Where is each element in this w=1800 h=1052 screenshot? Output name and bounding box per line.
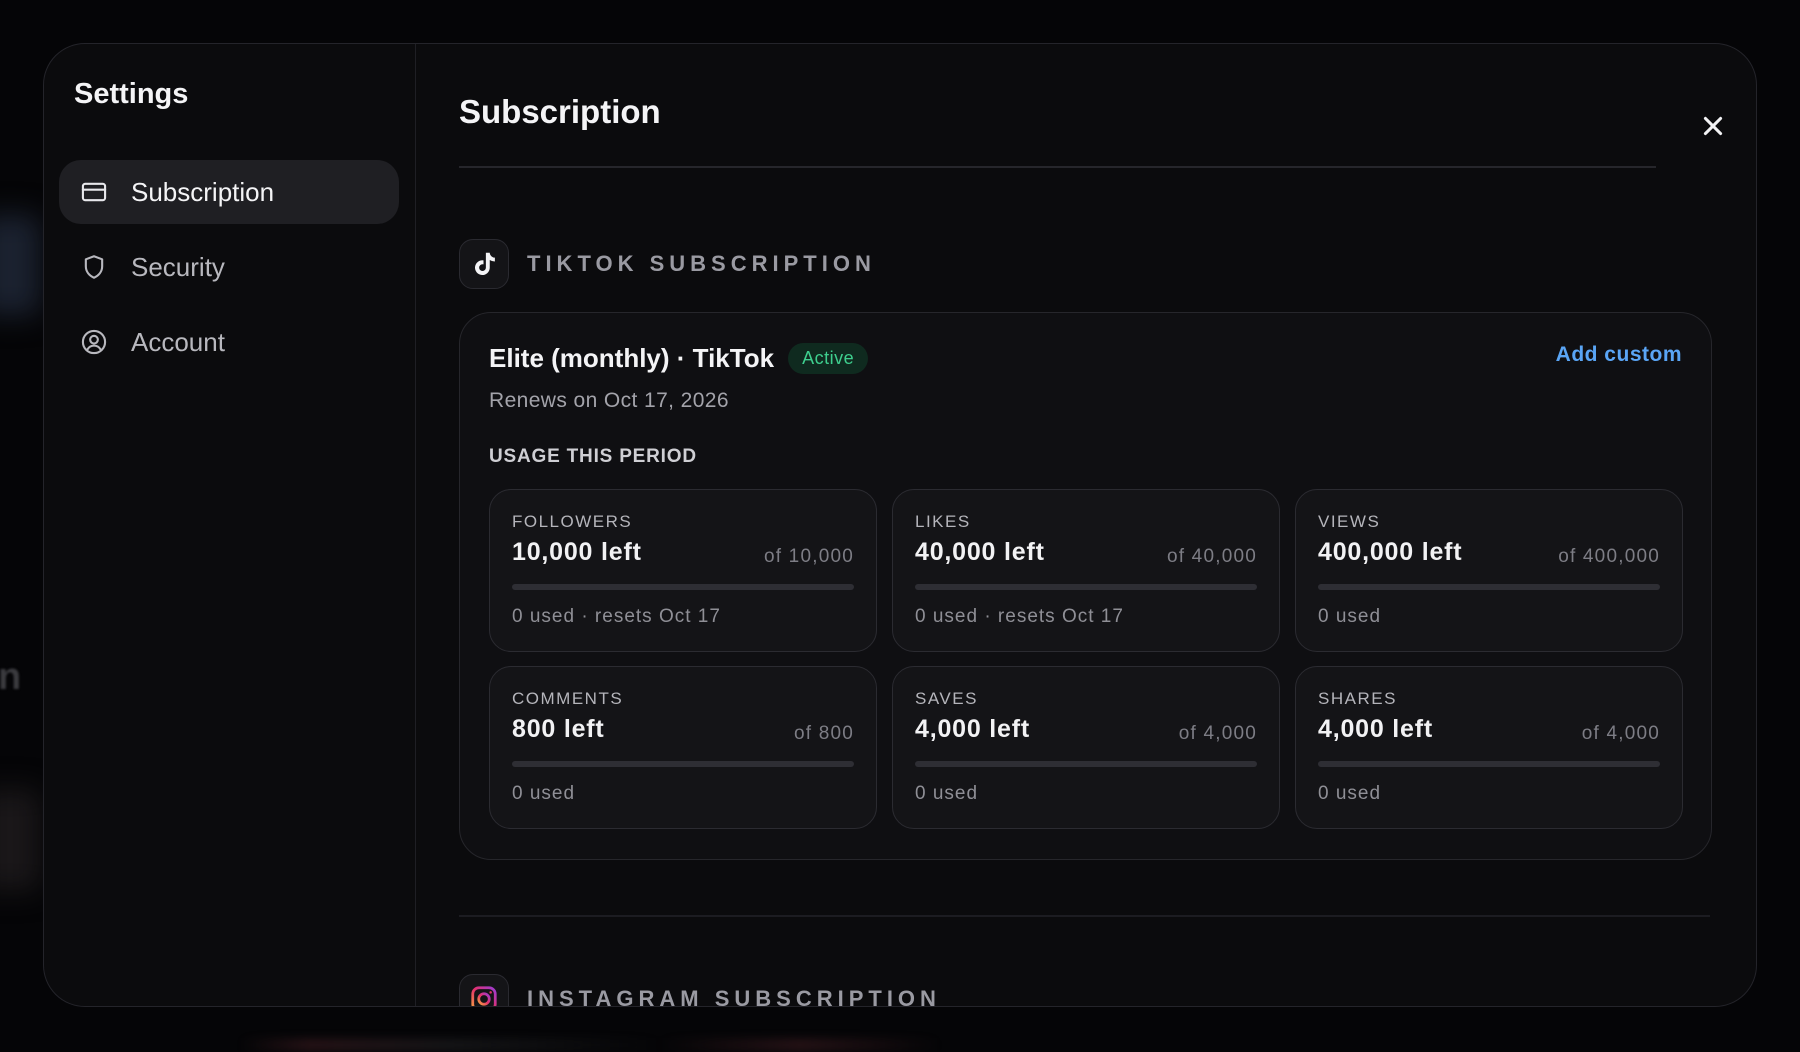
tiktok-section-header: TIKTOK SUBSCRIPTION xyxy=(459,239,876,289)
sidebar-nav: Subscription Security Account xyxy=(59,160,399,385)
metric-followers: FOLLOWERS 10,000 left of 10,000 0 used ·… xyxy=(489,489,877,652)
sidebar: Settings Subscription Security Account xyxy=(44,44,416,1006)
metric-remaining: 4,000 left xyxy=(1318,715,1434,743)
metric-total: of 4,000 xyxy=(1178,723,1257,744)
sidebar-item-security[interactable]: Security xyxy=(59,235,399,299)
section-divider xyxy=(459,915,1710,917)
renewal-date: Renews on Oct 17, 2026 xyxy=(489,389,729,412)
metric-label: COMMENTS xyxy=(512,689,624,708)
sidebar-item-subscription[interactable]: Subscription xyxy=(59,160,399,224)
settings-modal: Settings Subscription Security Account S… xyxy=(43,43,1757,1007)
metric-total: of 10,000 xyxy=(763,546,854,567)
metric-used: 0 used · resets Oct 17 xyxy=(512,606,721,627)
metric-label: SHARES xyxy=(1318,689,1397,708)
metric-likes: LIKES 40,000 left of 40,000 0 used · res… xyxy=(892,489,1280,652)
metric-remaining: 4,000 left xyxy=(915,715,1031,743)
sidebar-item-account[interactable]: Account xyxy=(59,310,399,374)
sidebar-item-label: Security xyxy=(131,251,225,282)
instagram-icon xyxy=(459,974,509,1006)
close-icon xyxy=(1703,116,1723,136)
header-divider xyxy=(459,166,1656,168)
credit-card-icon xyxy=(79,177,109,207)
add-custom-button[interactable]: Add custom xyxy=(1556,343,1682,367)
metric-saves: SAVES 4,000 left of 4,000 0 used xyxy=(892,666,1280,829)
metric-remaining: 40,000 left xyxy=(915,538,1045,566)
metric-comments: COMMENTS 800 left of 800 0 used xyxy=(489,666,877,829)
plan-name: Elite (monthly) · TikTok xyxy=(489,343,775,373)
metric-total: of 40,000 xyxy=(1166,546,1257,567)
background-blur xyxy=(0,215,40,315)
metric-used: 0 used xyxy=(1318,783,1382,804)
section-label: INSTAGRAM SUBSCRIPTION xyxy=(527,986,941,1007)
metric-remaining: 800 left xyxy=(512,715,605,743)
metric-label: LIKES xyxy=(915,512,971,531)
metric-total: of 400,000 xyxy=(1558,546,1660,567)
usage-heading: USAGE THIS PERIOD xyxy=(489,446,697,467)
sidebar-item-label: Subscription xyxy=(131,176,275,207)
user-circle-icon xyxy=(79,327,109,357)
page-title: Subscription xyxy=(459,93,661,130)
status-badge: Active xyxy=(788,343,869,374)
usage-progress-bar xyxy=(512,761,854,767)
metric-used: 0 used · resets Oct 17 xyxy=(915,606,1124,627)
shield-icon xyxy=(79,252,109,282)
usage-progress-bar xyxy=(915,761,1257,767)
tiktok-icon xyxy=(459,239,509,289)
plan-row: Elite (monthly) · TikTok Active xyxy=(489,343,869,374)
metric-total: of 800 xyxy=(793,723,854,744)
main-panel: Subscription TIKTOK SUBSCRIPTION Elite (… xyxy=(416,44,1756,1006)
metric-label: FOLLOWERS xyxy=(512,512,633,531)
metric-shares: SHARES 4,000 left of 4,000 0 used xyxy=(1295,666,1683,829)
usage-progress-bar xyxy=(1318,584,1660,590)
metric-views: VIEWS 400,000 left of 400,000 0 used xyxy=(1295,489,1683,652)
background-text: n xyxy=(0,656,22,698)
metric-used: 0 used xyxy=(915,783,979,804)
sidebar-title: Settings xyxy=(74,78,189,110)
metric-used: 0 used xyxy=(512,783,576,804)
metric-remaining: 400,000 left xyxy=(1318,538,1463,566)
tiktok-subscription-card: Elite (monthly) · TikTok Active Renews o… xyxy=(459,312,1712,860)
usage-progress-bar xyxy=(512,584,854,590)
usage-grid: FOLLOWERS 10,000 left of 10,000 0 used ·… xyxy=(489,489,1683,829)
usage-progress-bar xyxy=(915,584,1257,590)
section-label: TIKTOK SUBSCRIPTION xyxy=(527,251,876,276)
sidebar-item-label: Account xyxy=(131,326,225,357)
metric-label: SAVES xyxy=(915,689,978,708)
metric-remaining: 10,000 left xyxy=(512,538,642,566)
background-blur xyxy=(0,790,40,890)
metric-total: of 4,000 xyxy=(1581,723,1660,744)
close-button[interactable] xyxy=(1695,108,1731,144)
metric-used: 0 used xyxy=(1318,606,1382,627)
metric-label: VIEWS xyxy=(1318,512,1381,531)
usage-progress-bar xyxy=(1318,761,1660,767)
instagram-section-header: INSTAGRAM SUBSCRIPTION xyxy=(459,974,941,1007)
